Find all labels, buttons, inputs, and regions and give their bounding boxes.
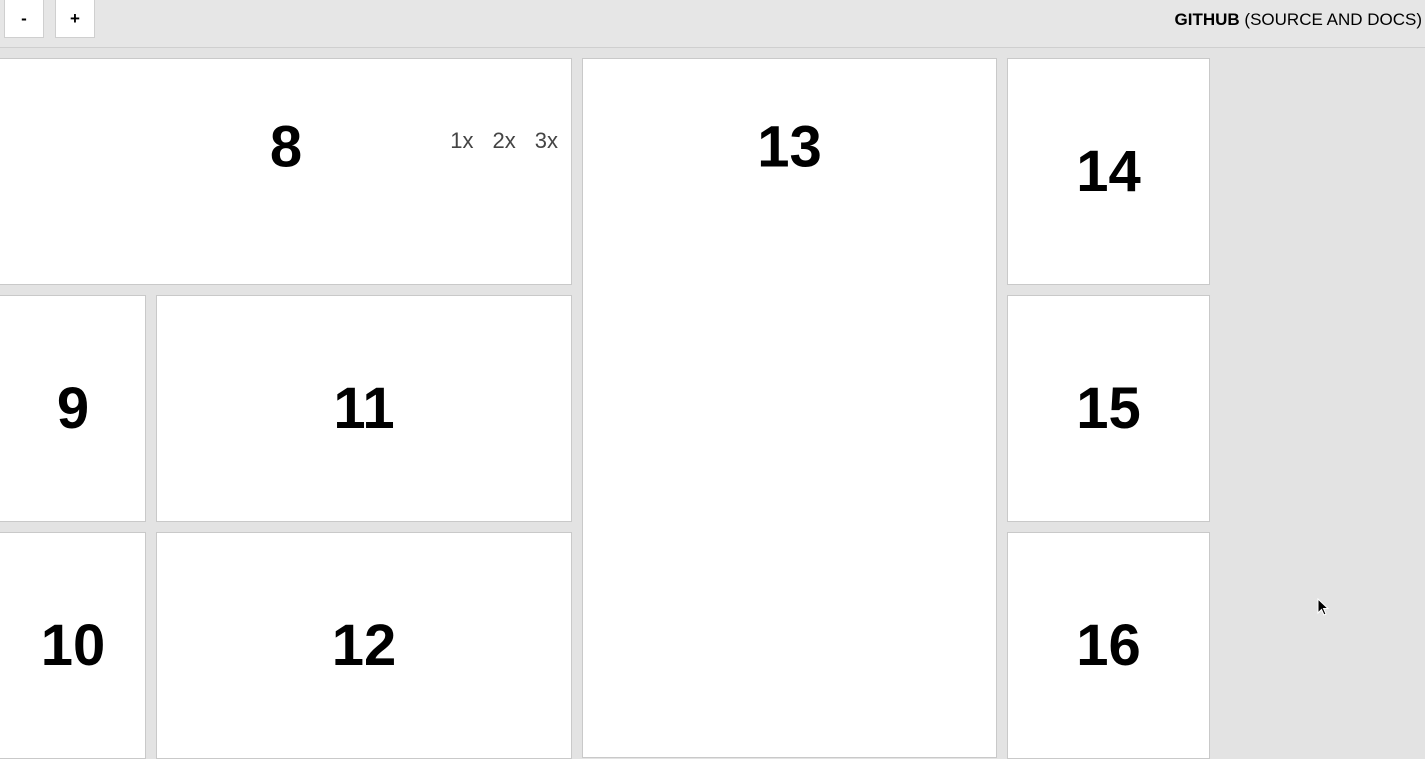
tile-12-label: 12 [331, 613, 397, 678]
tile-9[interactable]: 9 [0, 295, 146, 522]
tile-10[interactable]: 10 [0, 532, 146, 759]
zoom-out-button[interactable]: - [4, 0, 44, 38]
tile-10-label: 10 [40, 613, 106, 678]
tile-15-label: 15 [1076, 376, 1141, 441]
tile-13[interactable]: 13 [582, 58, 997, 758]
tile-14[interactable]: 14 [1007, 58, 1210, 285]
tile-13-label: 13 [757, 114, 822, 180]
tile-14-label: 14 [1076, 139, 1141, 204]
github-link[interactable]: GITHUB (SOURCE AND DOCS) [1175, 10, 1422, 30]
tile-16[interactable]: 16 [1007, 532, 1210, 759]
toolbar: - + GITHUB (SOURCE AND DOCS) [0, 0, 1425, 48]
tile-8[interactable]: 1x 2x 3x 8 [0, 58, 572, 285]
github-link-bold: GITHUB [1174, 10, 1240, 29]
tile-11-label: 11 [333, 376, 395, 441]
tile-11[interactable]: 11 [156, 295, 572, 522]
tile-16-label: 16 [1076, 613, 1141, 678]
tile-9-label: 9 [56, 376, 90, 441]
tile-8-label: 8 [269, 114, 303, 180]
zoom-in-button[interactable]: + [55, 0, 95, 38]
tile-12[interactable]: 12 [156, 532, 572, 759]
github-link-rest: (SOURCE AND DOCS) [1239, 10, 1422, 29]
tile-15[interactable]: 15 [1007, 295, 1210, 522]
